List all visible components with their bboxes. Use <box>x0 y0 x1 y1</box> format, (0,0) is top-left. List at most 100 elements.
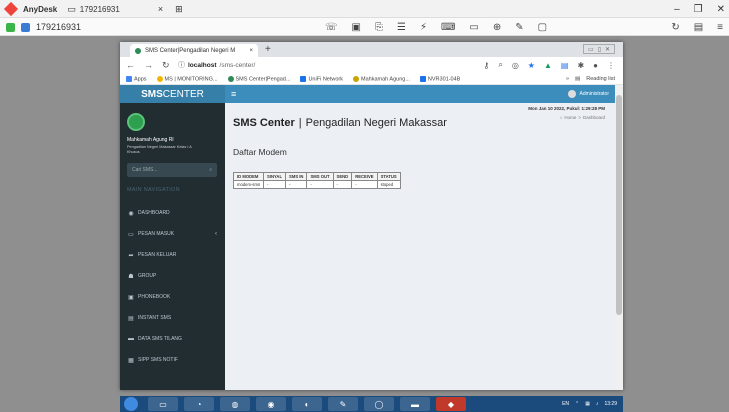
history-icon[interactable]: ↻ <box>671 22 679 33</box>
sidebar-toggle-icon[interactable]: ≡ <box>231 85 236 103</box>
bookmark-unifi[interactable]: UniFi Network <box>300 75 343 82</box>
bookmark-apps[interactable]: Apps <box>126 75 147 82</box>
edge-icon[interactable]: ◐ <box>292 397 322 411</box>
sidebar-item-pesan-masuk[interactable]: ▭ PESAN MASUK ‹ <box>120 224 225 244</box>
anydesk-session-bar: 179216931 ☏ ▣ ⎘ ☰ ⚡ ⌨ ▭ ⊕ ✎ ▢ ↻ ▤ ≡ <box>0 18 729 36</box>
sidebar-item-group[interactable]: ☗ GROUP <box>120 266 225 286</box>
browser-minimize-button[interactable]: ▭ <box>588 46 594 53</box>
browser-tab-title: SMS Center|Pengadilan Negeri M <box>145 47 236 54</box>
page-scrollbar[interactable] <box>615 85 623 390</box>
extension-blue-icon[interactable]: ▤ <box>561 61 569 70</box>
sidebar-item-pesan-keluar[interactable]: ➦ PESAN KELUAR <box>120 245 225 265</box>
cell-receive: - <box>351 180 378 189</box>
url-field[interactable]: ⓘ localhost/sms-center/ <box>178 60 255 70</box>
forward-icon[interactable]: → <box>144 60 153 70</box>
key-icon[interactable]: ⚷ <box>483 61 489 70</box>
info-icon[interactable]: ⓘ <box>178 60 185 70</box>
browser-close-button[interactable]: ✕ <box>605 46 610 53</box>
paint-icon[interactable]: ✎ <box>328 397 358 411</box>
browser-tab[interactable]: SMS Center|Pengadilan Negeri M × <box>130 44 258 57</box>
scrollbar-thumb[interactable] <box>616 95 622 315</box>
sidebar-item-label: DASHBOARD <box>138 210 170 216</box>
menu-icon[interactable]: ≡ <box>717 22 723 33</box>
search-icon[interactable]: ⌕ <box>209 167 212 173</box>
system-tray: EN ⌃ ▦ ♪ 13:29 <box>562 396 617 412</box>
user-menu[interactable]: Administrator <box>567 85 609 103</box>
app-icon[interactable]: ◯ <box>364 397 394 411</box>
browser-menu-icon[interactable]: ⋮ <box>607 61 615 70</box>
file-transfer-icon[interactable]: ⎘ <box>375 22 383 33</box>
close-button[interactable]: ✕ <box>717 4 725 15</box>
network-icon[interactable]: ▦ <box>585 401 590 407</box>
breadcrumb-separator: > <box>578 115 581 120</box>
apps-grid-icon <box>126 75 132 82</box>
bookmark-favicon-icon <box>227 75 234 82</box>
sidebar: Mahkamah Agung RI Pengadilan Negeri Maka… <box>120 103 225 390</box>
reload-icon[interactable]: ↻ <box>162 60 170 71</box>
monitor-switch-icon[interactable]: ▭ <box>469 22 478 33</box>
sidebar-item-dashboard[interactable]: ◉ DASHBOARD <box>120 203 225 223</box>
media-icon[interactable]: ◔ <box>184 397 214 411</box>
sidebar-item-sipp-sms-notif[interactable]: ▦ SIPP SMS NOTIF <box>120 350 225 370</box>
logo-rest: CENTER <box>162 88 204 100</box>
star-icon[interactable]: ★ <box>528 61 535 70</box>
anydesk-tab[interactable]: AnyDesk ▭ 179216931 × ⊞ <box>0 0 189 18</box>
firefox-icon[interactable]: ◍ <box>220 397 250 411</box>
maximize-button[interactable]: ❐ <box>694 4 703 15</box>
privacy-icon[interactable]: ⊕ <box>493 22 501 33</box>
extensions-icon[interactable]: ✱ <box>577 61 584 70</box>
more-bookmarks-icon[interactable]: » <box>566 76 569 82</box>
tray-chevron-icon[interactable]: ⌃ <box>575 401 579 407</box>
settings-icon[interactable]: ▤ <box>694 22 703 33</box>
avatar <box>567 90 576 98</box>
sidebar-item-phonebook[interactable]: ▣ PHONEBOOK <box>120 287 225 307</box>
minimize-button[interactable]: – <box>674 4 680 15</box>
explorer-icon[interactable]: ▭ <box>148 397 178 411</box>
actions-icon[interactable]: ⚡ <box>420 22 427 33</box>
clipboard-icon[interactable]: ☰ <box>397 22 406 33</box>
start-button[interactable] <box>124 397 138 411</box>
current-datetime: Mon Jan 10 2022, Pukul: 1:29:28 PM <box>528 106 605 111</box>
keyboard-icon[interactable]: ⌨ <box>441 22 455 33</box>
share-icon[interactable]: ◎ <box>512 61 519 70</box>
dashboard-icon: ◉ <box>128 210 134 217</box>
breadcrumb-home[interactable]: Home <box>564 115 576 120</box>
bookmark-mahkamah[interactable]: Mahkamah Agung... <box>353 75 410 82</box>
sidebar-item-label: PESAN KELUAR <box>138 252 177 258</box>
profile-icon[interactable]: ● <box>593 61 598 70</box>
zoom-icon[interactable]: ⌕ <box>498 60 502 70</box>
browser-tab-close-icon[interactable]: × <box>249 48 253 54</box>
drive-icon[interactable]: ▲ <box>544 61 552 70</box>
draw-icon[interactable]: ✎ <box>515 22 523 33</box>
chrome-icon[interactable]: ◉ <box>256 397 286 411</box>
sidebar-item-label: GROUP <box>138 273 157 279</box>
bookmark-nvr[interactable]: NVR301-04B <box>419 75 460 82</box>
outbox-icon: ➦ <box>128 252 134 259</box>
chat-icon[interactable]: ☏ <box>325 22 338 33</box>
anydesk-taskbar-icon[interactable]: ◆ <box>436 397 466 411</box>
sidebar-item-label: INSTANT SMS <box>138 315 172 321</box>
app-logo[interactable]: SMS CENTER <box>120 85 225 103</box>
language-indicator[interactable]: EN <box>562 401 569 407</box>
new-session-icon[interactable]: ⊞ <box>175 4 183 15</box>
back-icon[interactable]: ← <box>126 60 135 70</box>
display-icon[interactable]: ▣ <box>352 22 361 33</box>
sidebar-item-instant-sms[interactable]: ▤ INSTANT SMS <box>120 308 225 328</box>
bookmark-sms-center[interactable]: SMS Center|Pengad... <box>227 75 290 82</box>
cell-send: - <box>332 180 353 189</box>
bookmarks-right: » ▤ Reading list <box>566 73 615 85</box>
volume-icon[interactable]: ♪ <box>596 401 599 407</box>
sidebar-search-input[interactable]: Cari SMS... ⌕ <box>127 163 217 177</box>
anydesk-right-tools: ↻ ▤ ≡ <box>671 18 723 36</box>
session-status-icon <box>6 22 15 32</box>
bookmark-monitoring[interactable]: MS | MONITORING... <box>156 75 218 82</box>
screenshot-icon[interactable]: ▢ <box>538 22 547 33</box>
close-tab-icon[interactable]: × <box>158 4 163 14</box>
new-tab-button[interactable]: + <box>265 42 271 57</box>
sidebar-item-data-sms-tilang[interactable]: ▬ DATA SMS TILANG <box>120 329 225 349</box>
terminal-icon[interactable]: ▬ <box>400 397 430 411</box>
browser-maximize-button[interactable]: ▯ <box>598 46 601 53</box>
bookmark-favicon-icon <box>353 75 359 82</box>
clock[interactable]: 13:29 <box>604 401 617 407</box>
reading-list-button[interactable]: Reading list <box>586 76 615 82</box>
